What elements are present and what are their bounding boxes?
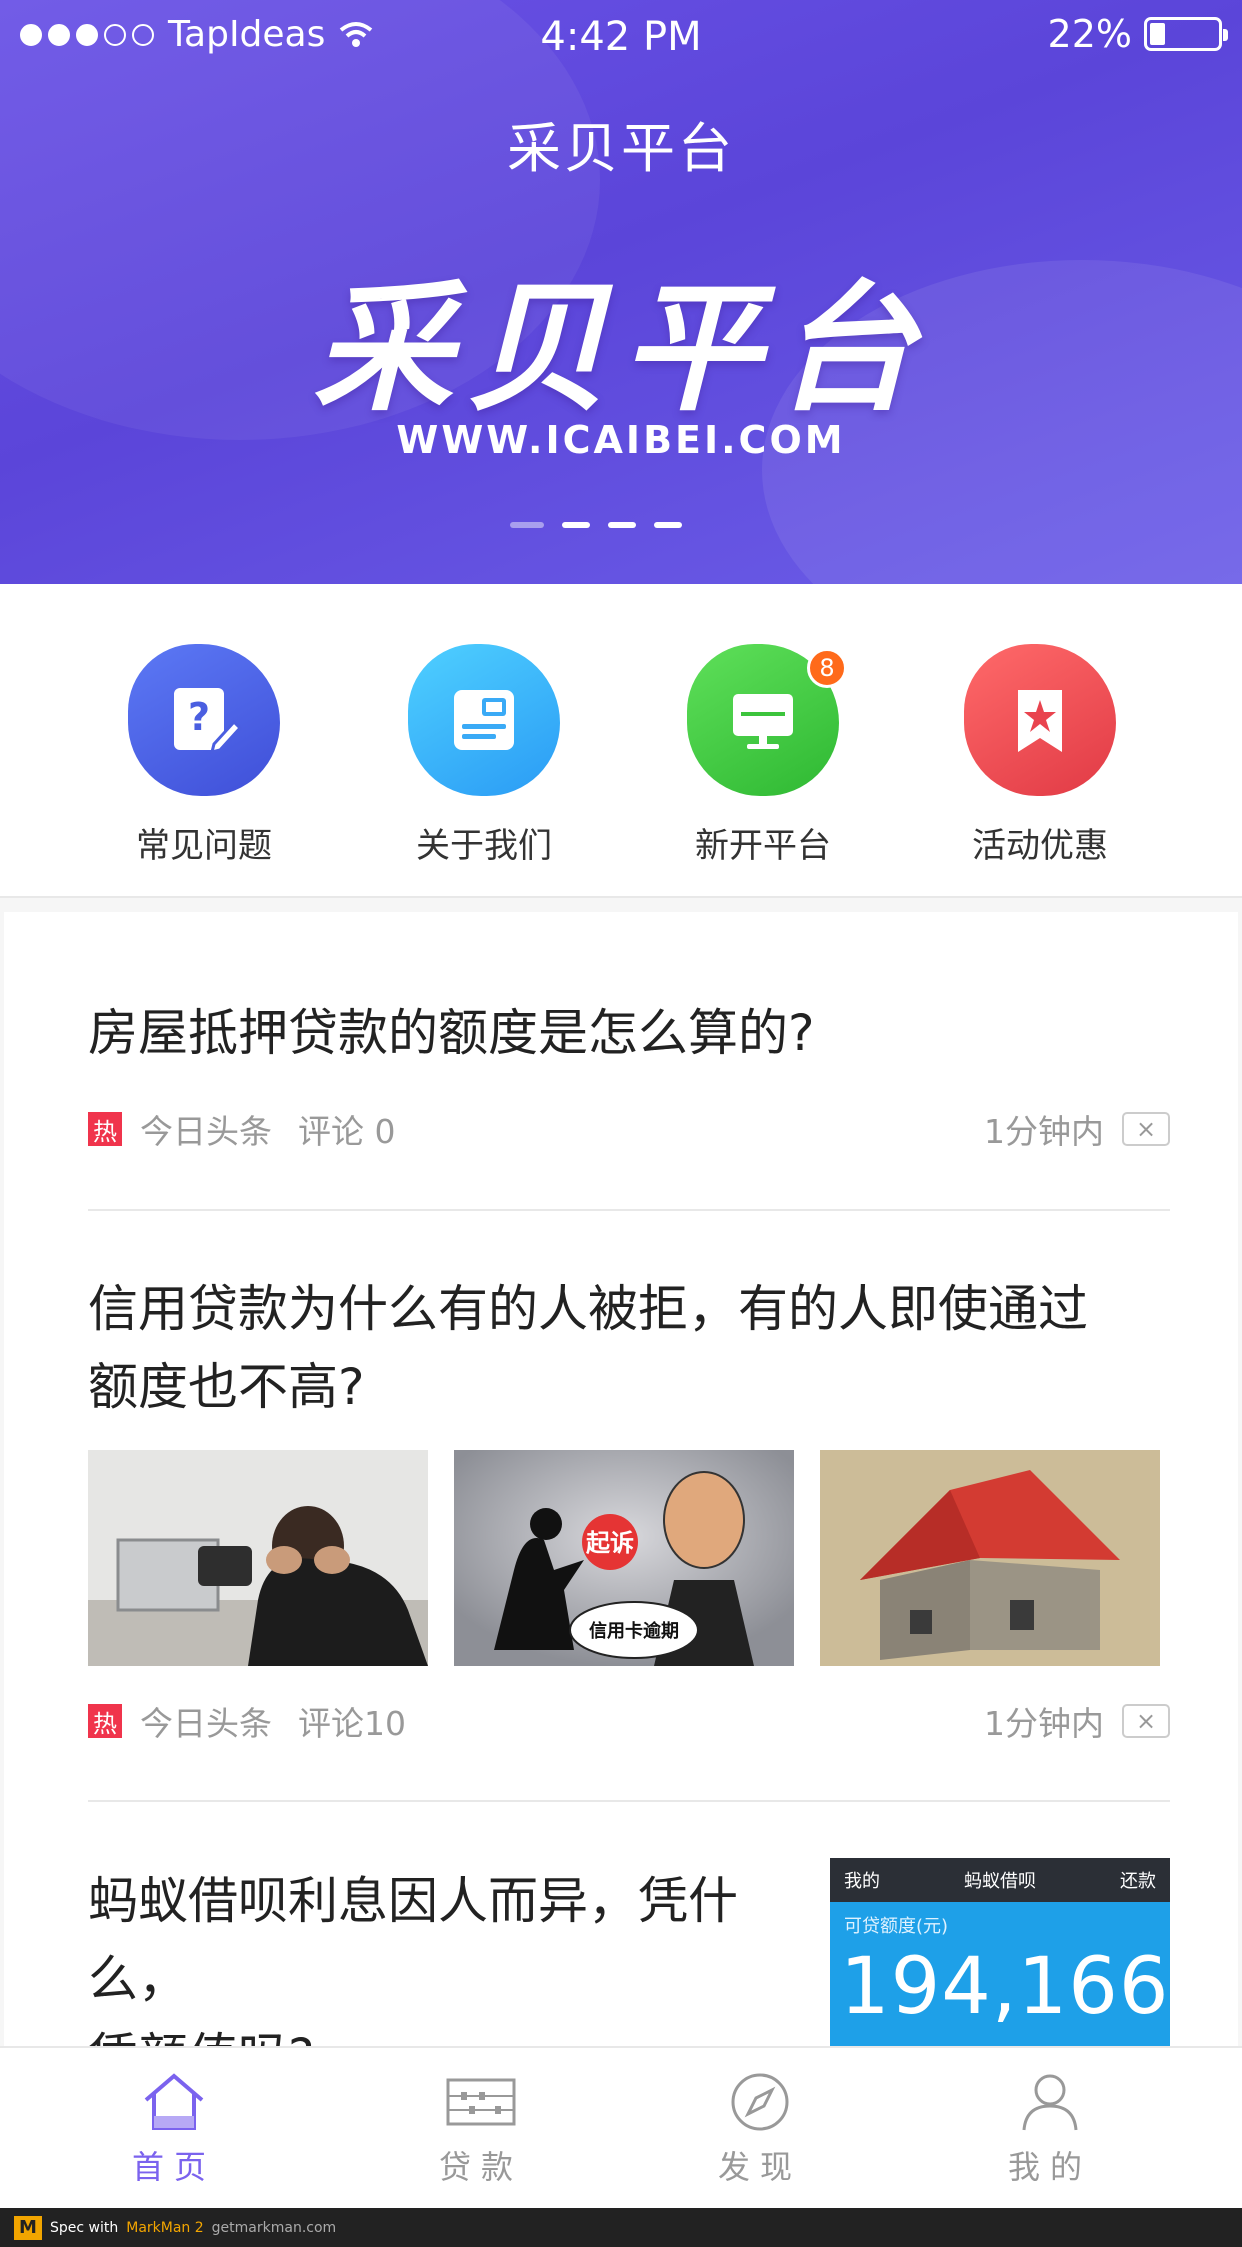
article-time: 1分钟内 [984,1704,1104,1743]
monitor-icon: 8 [687,644,847,796]
quick-item-promotions[interactable]: 活动优惠 [940,644,1140,867]
dismiss-button[interactable]: × [1122,1704,1170,1738]
article-time: 1分钟内 [984,1112,1104,1151]
article-divider [88,1800,1170,1802]
credit-card-lawsuit-cartoon: 起诉 信用卡逾期 [454,1450,794,1666]
markman-footer: M Spec with MarkMan 2 getmarkman.com [0,2208,1242,2247]
cartoon-overdue-text: 信用卡逾期 [589,1620,679,1642]
tab-label: 贷款 [438,2148,523,2186]
footer-brand: MarkMan 2 [126,2219,204,2236]
article-source: 今日头条 [140,1704,272,1743]
app-screenshot-thumbnail: 我的 蚂蚁借呗 还款 可贷额度(元) 194,166 [830,1858,1170,2046]
question-doc-icon: ? [128,644,280,796]
carousel-indicator[interactable] [510,522,682,528]
brand-logo-text: 采贝平台 [312,268,929,431]
battery-percent: 22% [1047,12,1132,56]
article-meta: 热 今日头条 评论10 1分钟内 × [88,1696,1170,1746]
dismiss-button[interactable]: × [1122,1112,1170,1146]
article-source: 今日头条 [140,1112,272,1151]
tab-bar: 首页 贷款 发现 我的 [0,2046,1242,2208]
status-bar: TapIdeas 4:42 PM 22% [0,0,1242,72]
article-title[interactable]: 房屋抵押贷款的额度是怎么算的? [88,994,1170,1072]
stressed-man-at-laptop-photo [88,1450,428,1666]
screenshot-action: 还款 [1120,1871,1156,1892]
brand-url: WWW.ICAIBEI.COM [396,418,846,462]
article-title-line[interactable]: 凭颜值吗? [88,2018,808,2046]
screenshot-credit-label: 可贷额度(元) [844,1916,949,1937]
info-card-icon [408,644,560,796]
quick-item-about[interactable]: 关于我们 [384,644,584,867]
tab-label: 发现 [717,2148,802,2186]
hot-tag: 热 [88,1112,122,1146]
tab-label: 首页 [131,2148,216,2186]
carousel-dot[interactable] [654,522,682,528]
screenshot-credit-amount: 194,166 [840,1942,1170,2032]
quick-item-label: 关于我们 [416,826,552,866]
carousel-dot[interactable] [510,522,544,528]
screenshot-back-label: 我的 [844,1871,880,1892]
article-comments: 评论10 [298,1704,406,1743]
house-on-money-photo [820,1450,1160,1666]
compass-icon [731,2073,789,2131]
tab-home[interactable]: 首页 [74,2072,274,2188]
user-icon [1022,2074,1078,2131]
notification-badge: 8 [807,648,847,688]
article-meta: 热 今日头条 评论 0 1分钟内 × [88,1104,1170,1154]
tab-me[interactable]: 我的 [950,2072,1150,2188]
article-title-line[interactable]: 信用贷款为什么有的人被拒，有的人即使通过 [88,1270,1170,1348]
article-card[interactable]: 房屋抵押贷款的额度是怎么算的? [88,994,1170,1072]
home-icon [144,2073,204,2130]
quick-menu: ? 常见问题 关于我们 8 新开平台 活动优惠 [0,584,1242,898]
cartoon-sue-text: 起诉 [585,1529,634,1557]
header-banner[interactable]: TapIdeas 4:42 PM 22% 采贝平台 采贝平台 WWW.ICAIB… [0,0,1242,584]
quick-item-label: 活动优惠 [972,826,1108,866]
quick-item-new-platform[interactable]: 8 新开平台 [663,644,863,867]
svg-text:?: ? [188,695,210,739]
hot-tag: 热 [88,1704,122,1738]
carousel-dot[interactable] [608,522,636,528]
quick-item-faq[interactable]: ? 常见问题 [104,644,304,867]
markman-logo-icon: M [14,2215,42,2240]
footer-text: Spec with [50,2219,119,2236]
tab-discover[interactable]: 发现 [660,2072,860,2188]
page-title: 采贝平台 [507,117,735,180]
carousel-dot[interactable] [562,522,590,528]
article-card[interactable]: 蚂蚁借呗利息因人而异，凭什么， 凭颜值吗? [88,1862,808,2046]
article-card[interactable]: 信用贷款为什么有的人被拒，有的人即使通过 额度也不高? 起诉 信用卡逾期 热 今… [88,1270,1170,1746]
abacus-icon [446,2078,516,2126]
footer-site: getmarkman.com [211,2219,337,2236]
article-title-line[interactable]: 蚂蚁借呗利息因人而异，凭什么， [88,1862,808,2018]
article-divider [88,1209,1170,1211]
star-bookmark-icon [964,644,1116,796]
quick-item-label: 新开平台 [695,826,831,866]
tab-loans[interactable]: 贷款 [381,2072,581,2188]
article-title-line[interactable]: 额度也不高? [88,1348,1170,1426]
quick-item-label: 常见问题 [136,826,272,866]
tab-label: 我的 [1007,2148,1092,2186]
screenshot-title: 蚂蚁借呗 [964,1871,1036,1892]
article-comments: 评论 0 [298,1112,396,1151]
battery-icon [1144,17,1228,51]
article-feed[interactable]: 房屋抵押贷款的额度是怎么算的? 热 今日头条 评论 0 1分钟内 × 信用贷款为… [4,912,1238,2046]
